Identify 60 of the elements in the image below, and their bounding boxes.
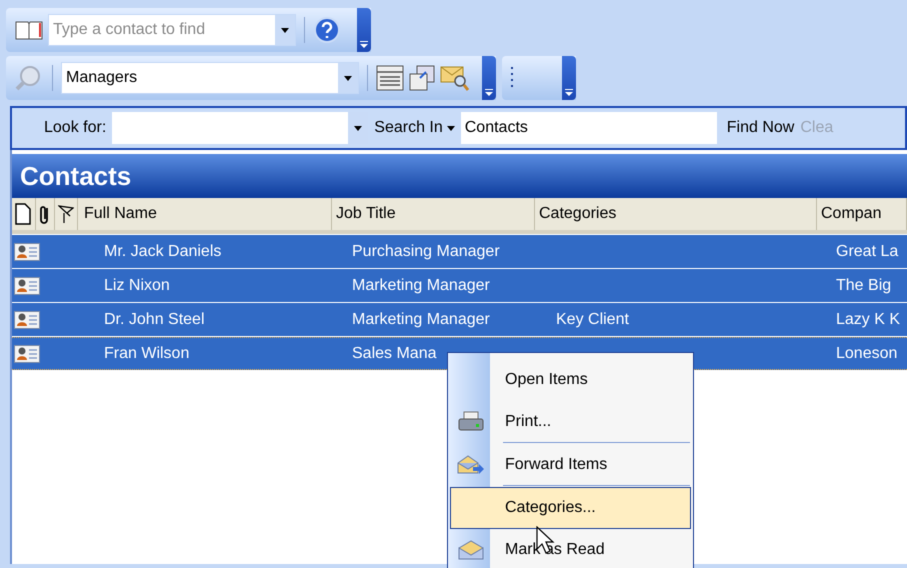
column-header[interactable]: Categories (535, 198, 817, 230)
flag-icon[interactable] (58, 204, 74, 224)
table-cell-text: Marketing Manager (351, 276, 491, 296)
table-cell-text: Lazy K K (835, 310, 902, 330)
help-icon[interactable] (313, 16, 341, 44)
contact-row[interactable]: Mr. Jack Daniels Purchasing Manager Great La (12, 235, 907, 268)
contact-card-icon (14, 242, 40, 260)
find-contact-combobox[interactable]: Type a contact to find (48, 14, 296, 46)
chevron-down-icon (360, 41, 368, 48)
table-cell-text: Purchasing Manager (351, 242, 501, 262)
chevron-down-icon (485, 89, 493, 96)
table-cell-text: Mr. Jack Daniels (103, 242, 222, 262)
toolbar-options-button[interactable] (482, 56, 496, 100)
documents-icon[interactable] (408, 64, 436, 92)
open-envelope-icon (458, 540, 484, 560)
dropdown-arrow-icon (344, 76, 352, 80)
search-scope-field[interactable]: Contacts (460, 112, 717, 144)
table-cell-text: Dr. John Steel (103, 310, 206, 330)
address-book-icon[interactable] (14, 19, 44, 41)
column-header[interactable]: Full Name (80, 198, 332, 230)
toolbar-grip-icon[interactable] (510, 66, 514, 90)
pane-title: Contacts (12, 154, 907, 198)
search-in-button[interactable]: Search In (374, 116, 455, 140)
list-view-icon[interactable] (376, 65, 404, 91)
find-contact-field[interactable]: Type a contact to find (49, 18, 275, 42)
current-view-dropdown[interactable]: Managers (61, 62, 359, 94)
toolbar-options-button[interactable] (562, 56, 576, 100)
contact-row[interactable]: Dr. John Steel Marketing Manager Key Client Lazy K K (12, 303, 907, 336)
dropdown-arrow-icon (354, 126, 362, 130)
menu-item[interactable]: Print... (450, 401, 691, 444)
column-header[interactable]: Compan (817, 198, 907, 230)
column-header[interactable]: Job Title (332, 198, 535, 230)
dropdown-arrow-icon (446, 126, 455, 130)
look-for-label: Look for: (44, 118, 106, 138)
envelope-search-icon[interactable] (440, 64, 470, 92)
contact-card-icon (14, 344, 40, 362)
toolbar-options-button[interactable] (357, 8, 371, 52)
find-now-button[interactable]: Find Now (726, 116, 794, 140)
forward-envelope-icon (457, 454, 485, 476)
table-cell-text: Loneson (835, 344, 898, 364)
contact-card-icon (14, 310, 40, 328)
table-cell-text: The Big (835, 276, 892, 296)
menu-item[interactable]: Open Items (450, 359, 691, 401)
contact-row[interactable]: Liz Nixon Marketing Manager The Big (12, 269, 907, 302)
menu-item[interactable]: Categories... (450, 487, 691, 529)
dropdown-button[interactable] (275, 15, 295, 45)
document-icon[interactable] (14, 203, 32, 225)
table-cell-text: Fran Wilson (103, 344, 190, 364)
table-cell: Key Client (556, 310, 629, 328)
chevron-down-icon (565, 89, 573, 96)
table-cell-text: Liz Nixon (103, 276, 171, 296)
table-cell-text: Sales Mana (351, 344, 438, 364)
table-cell-text: Marketing Manager (351, 310, 491, 330)
look-for-field[interactable] (112, 112, 368, 144)
menu-item[interactable]: Forward Items (450, 444, 691, 487)
table-cell-text: Great La (835, 242, 900, 262)
attachment-icon[interactable] (39, 203, 51, 225)
contact-card-icon (14, 276, 40, 294)
printer-icon (458, 411, 484, 433)
dropdown-arrow-icon (281, 28, 289, 32)
